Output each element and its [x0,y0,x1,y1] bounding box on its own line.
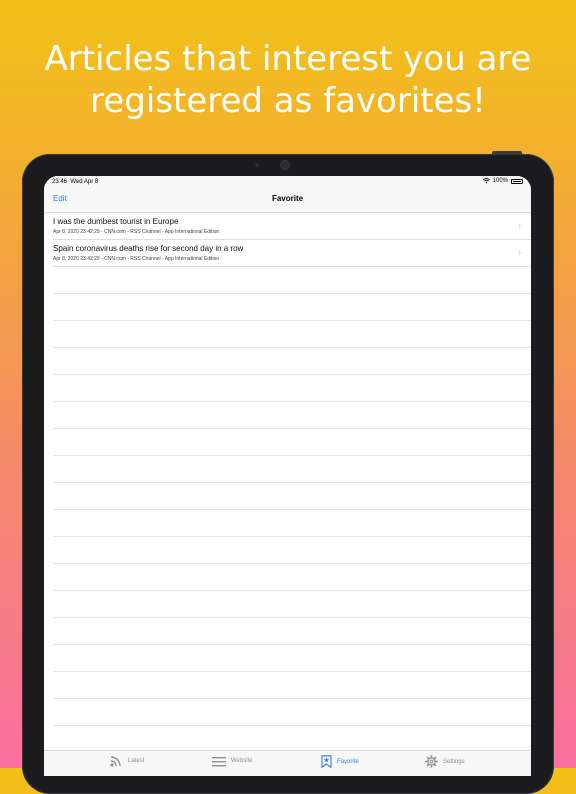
tab-label: Website [231,758,253,764]
gear-icon [425,755,438,768]
empty-table-row [53,402,531,429]
empty-table-row [53,375,531,402]
battery-level [513,180,521,182]
tab-latest[interactable]: Latest [110,755,144,767]
tab-website[interactable]: Website [212,755,253,767]
promo-headline: Articles that interest you are registere… [0,38,576,122]
rss-icon [110,756,121,767]
empty-table-row [53,267,531,294]
promo-headline-line1: Articles that interest you are [44,39,532,79]
status-clock: 23:46 [52,179,68,185]
empty-table-row [53,699,531,726]
list-icon [212,757,226,767]
empty-table-row [53,510,531,537]
status-time: 23:46 Wed Apr 8 [52,179,98,185]
empty-table-row [53,564,531,591]
empty-table-row [53,348,531,375]
tab-label: Latest [128,758,145,764]
empty-table-row [53,456,531,483]
empty-table-row [53,429,531,456]
empty-table-row [53,321,531,348]
wifi-icon [482,178,490,184]
tab-settings[interactable]: Settings [425,755,465,768]
empty-table-row [53,672,531,699]
tab-favorite[interactable]: Favorite [321,755,359,768]
app-screen: 23:46 Wed Apr 8 100% Edit Favorite I was… [44,176,531,776]
status-indicators: 100% [482,178,523,184]
tab-label: Settings [443,758,465,765]
favorite-title: I was the dumbest tourist in Europe [53,217,179,226]
tab-label: Favorite [337,758,359,765]
battery-icon [511,178,523,184]
empty-table-row [53,618,531,645]
empty-table-row [53,645,531,672]
chevron-right-icon: › [518,221,521,230]
status-date: Wed Apr 8 [70,179,99,185]
empty-table-row [53,537,531,564]
tab-bar: Latest Website Favorite Settings [44,750,531,776]
bookmark-star-icon [321,755,332,768]
favorite-meta: Apr 8, 2020 23:42:29 - CNN.com - RSS Cha… [53,229,220,235]
favorites-list: I was the dumbest tourist in Europe Apr … [44,213,531,753]
sensor-dot [255,163,259,167]
favorite-meta: Apr 8, 2020 23:42:29 - CNN.com - RSS Cha… [53,256,220,262]
favorite-row[interactable]: Spain coronavirus deaths rise for second… [53,240,531,267]
empty-table-row [53,591,531,618]
promo-headline-line2: registered as favorites! [90,81,486,121]
favorite-title: Spain coronavirus deaths rise for second… [53,244,244,253]
status-bar: 23:46 Wed Apr 8 100% [44,176,531,188]
navigation-bar: Edit Favorite [44,188,531,213]
empty-table-row [53,294,531,321]
empty-table-row [53,483,531,510]
favorite-row[interactable]: I was the dumbest tourist in Europe Apr … [53,213,531,240]
chevron-right-icon: › [518,248,521,257]
page-title: Favorite [271,194,304,203]
battery-percent: 100% [492,178,508,184]
empty-table-row [53,726,531,753]
sensor-dot [286,163,290,167]
